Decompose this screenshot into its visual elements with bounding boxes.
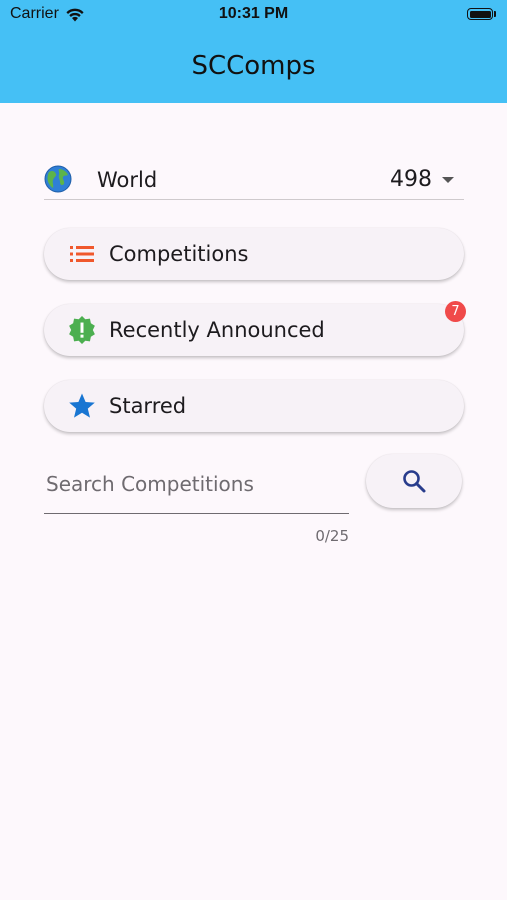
search-input[interactable] — [46, 466, 346, 502]
starred-button[interactable]: Starred — [44, 380, 464, 432]
globe-icon — [44, 165, 72, 192]
new-releases-icon — [68, 316, 96, 344]
app-bar: Carrier 10:31 PM SCComps — [0, 0, 507, 103]
competitions-label: Competitions — [109, 242, 249, 266]
search-icon — [403, 470, 426, 493]
battery-icon — [467, 8, 493, 20]
region-name: World — [97, 167, 158, 192]
list-icon — [68, 240, 96, 268]
region-selector[interactable]: World 498 — [44, 160, 464, 200]
search-field[interactable] — [44, 458, 349, 514]
competitions-button[interactable]: Competitions — [44, 228, 464, 280]
star-icon — [68, 392, 96, 420]
character-counter: 0/25 — [315, 527, 349, 545]
starred-label: Starred — [109, 394, 187, 418]
search-button[interactable] — [366, 454, 462, 508]
battery-tip — [494, 11, 496, 17]
notification-badge: 7 — [445, 301, 466, 322]
recently-announced-label: Recently Announced — [109, 318, 325, 342]
recently-announced-button[interactable]: Recently Announced — [44, 304, 464, 356]
dropdown-arrow-icon[interactable] — [442, 176, 454, 183]
status-time: 10:31 PM — [218, 5, 289, 22]
page-title: SCComps — [191, 51, 316, 81]
region-count: 498 — [390, 167, 432, 192]
